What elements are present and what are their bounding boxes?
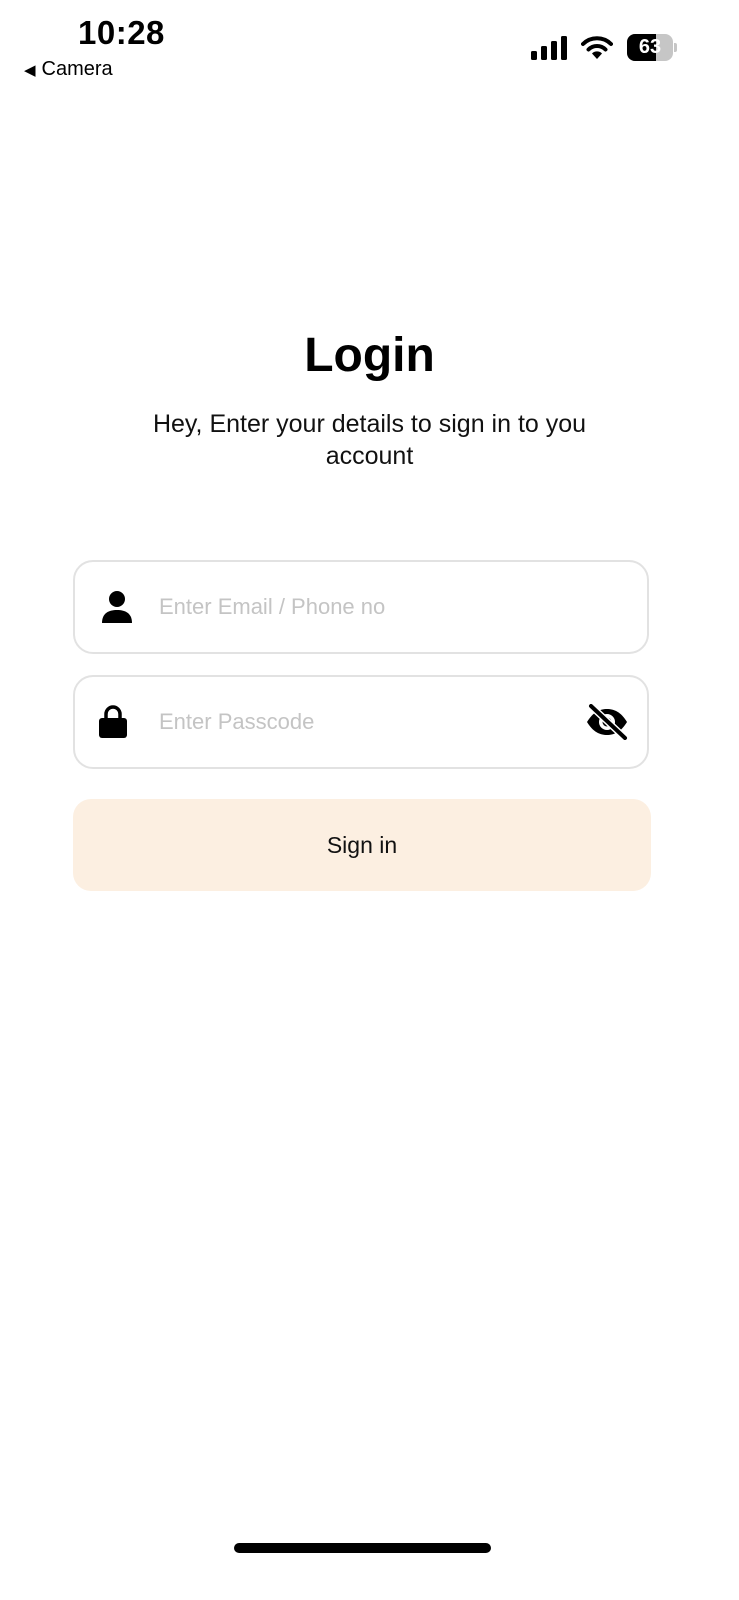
back-to-camera-button[interactable]: ◀ Camera [24, 58, 113, 81]
battery-level: 63 [638, 36, 662, 58]
page-subtitle: Hey, Enter your details to sign in to yo… [152, 410, 587, 470]
page-title: Login [304, 329, 435, 382]
status-time: 10:28 [78, 14, 165, 51]
home-indicator[interactable] [234, 1543, 491, 1553]
back-app-label: Camera [41, 58, 113, 80]
eye-off-icon[interactable] [585, 704, 629, 740]
email-input[interactable]: Enter Email / Phone no [159, 594, 647, 620]
battery-icon: 63 [627, 34, 677, 61]
cellular-signal-icon [531, 35, 567, 60]
person-icon [102, 591, 132, 623]
status-icons: 63 [531, 34, 677, 61]
lock-icon [99, 705, 127, 738]
back-triangle-icon: ◀ [24, 61, 36, 79]
sign-in-button[interactable]: Sign in [73, 799, 651, 891]
email-field[interactable]: Enter Email / Phone no [73, 560, 649, 654]
passcode-input[interactable]: Enter Passcode [151, 709, 567, 735]
passcode-field[interactable]: Enter Passcode [73, 675, 649, 769]
wifi-icon [581, 35, 613, 59]
